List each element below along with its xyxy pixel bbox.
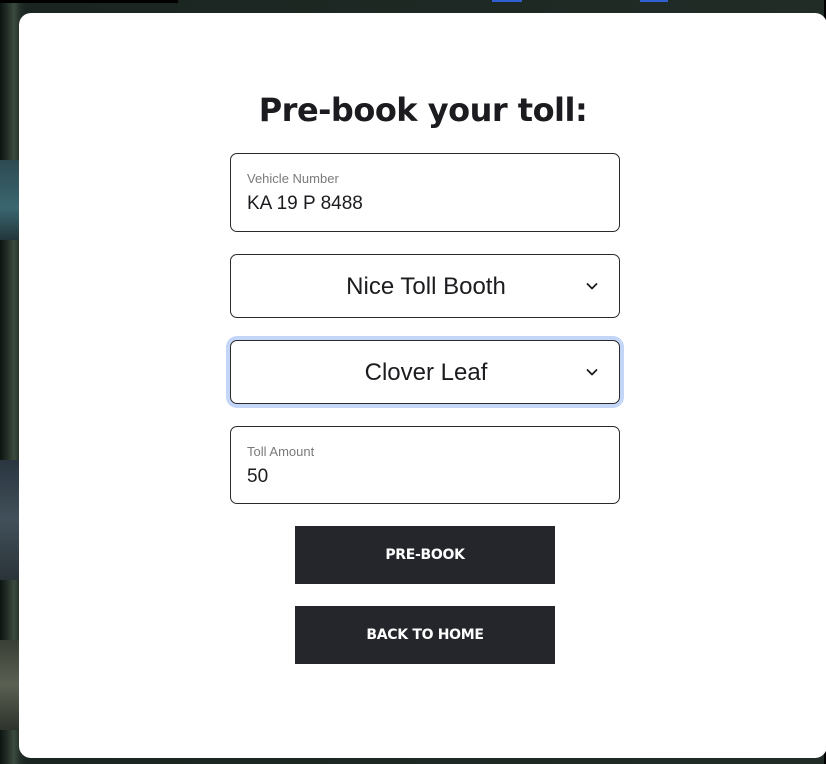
top-divider [0,0,178,3]
toll-amount-label: Toll Amount [247,444,315,459]
modal-title: Pre-book your toll: [258,91,588,129]
vehicle-number-field[interactable]: Vehicle Number KA 19 P 8488 [230,153,620,232]
top-link-underline [640,0,668,2]
toll-booth-selected: Nice Toll Booth [346,273,506,300]
chevron-down-icon [586,283,598,290]
prebook-button[interactable]: PRE-BOOK [295,526,555,584]
destination-selected: Clover Leaf [364,359,488,386]
destination-select[interactable]: Clover Leaf [230,340,620,404]
back-to-home-button[interactable]: BACK TO HOME [295,606,555,664]
toll-amount-value[interactable]: 50 [247,466,268,488]
vehicle-number-label: Vehicle Number [247,171,339,186]
toll-booth-select[interactable]: Nice Toll Booth [230,254,620,318]
prebook-modal: Pre-book your toll: Vehicle Number KA 19… [19,13,826,758]
vehicle-number-value[interactable]: KA 19 P 8488 [247,193,363,215]
toll-amount-field[interactable]: Toll Amount 50 [230,426,620,504]
chevron-down-icon [586,369,598,376]
top-link-underline [492,0,522,2]
